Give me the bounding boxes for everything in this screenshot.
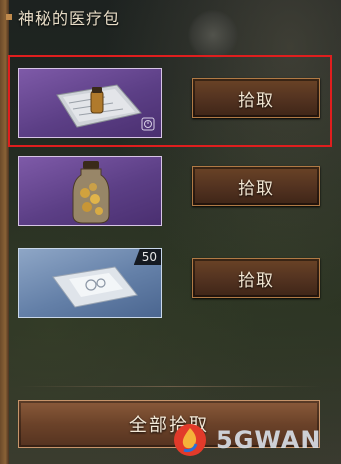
watermark-logo: 5GWAN <box>170 420 321 460</box>
footer-divider <box>18 386 322 387</box>
item-slot-medkit[interactable] <box>18 68 162 138</box>
pill-jar-icon <box>72 161 110 224</box>
item-slot-bandage-pack[interactable]: 50 <box>18 248 162 318</box>
item-slot-pill-jar[interactable] <box>18 156 162 226</box>
timer-icon <box>141 117 155 131</box>
pick-button[interactable]: 拾取 <box>192 258 320 298</box>
loot-item-row: 50 拾取 <box>0 248 341 322</box>
watermark-text: 5GWAN <box>216 426 322 454</box>
panel-header: 神秘的医疗包 <box>6 6 120 28</box>
loot-item-row: 拾取 <box>0 156 341 230</box>
loot-item-row: 拾取 <box>0 68 341 142</box>
watermark-flame-icon <box>174 424 206 456</box>
pick-button[interactable]: 拾取 <box>192 166 320 206</box>
background-compass-disc <box>188 10 238 60</box>
panel-title: 神秘的医疗包 <box>18 9 121 28</box>
pick-button[interactable]: 拾取 <box>192 78 320 118</box>
title-marker-icon <box>6 14 12 20</box>
